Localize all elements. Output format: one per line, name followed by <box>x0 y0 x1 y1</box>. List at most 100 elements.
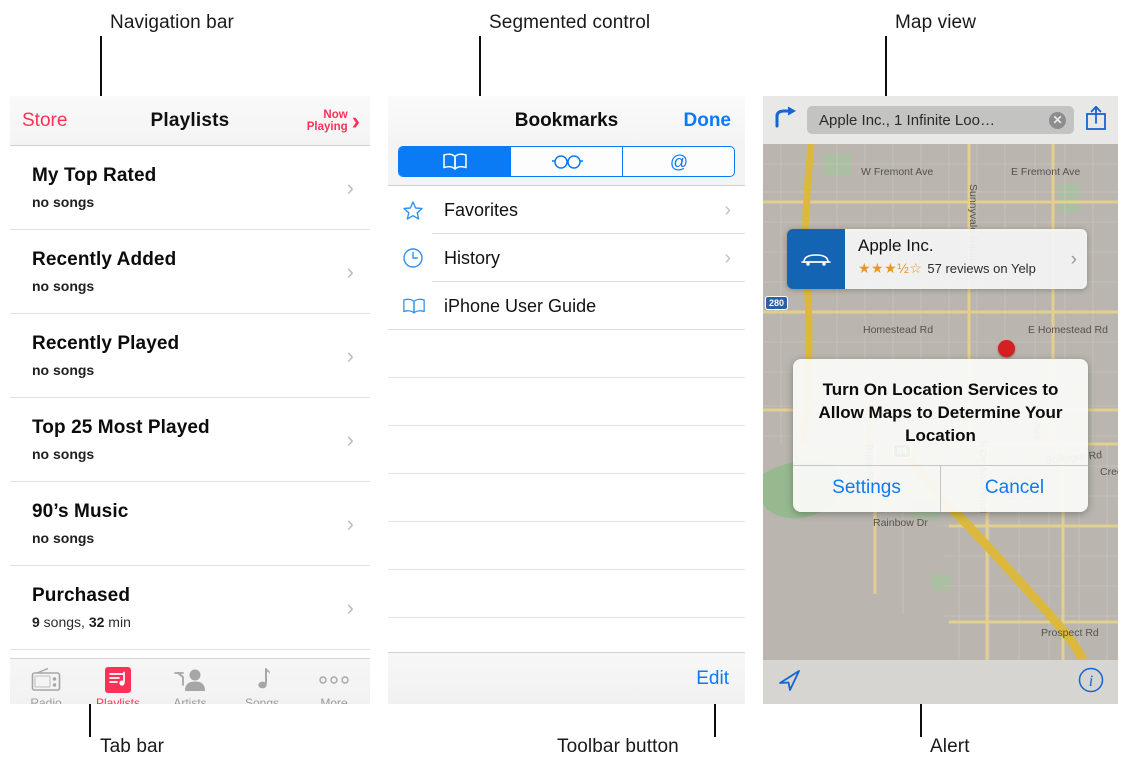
tab-label: More <box>320 695 348 705</box>
annotation-alert: Alert <box>930 736 970 757</box>
list-item-label: Favorites <box>444 199 519 220</box>
tab-label: Artists <box>173 695 207 705</box>
settings-button[interactable]: Settings <box>793 466 941 513</box>
playlist-subtitle: no songs <box>32 362 95 378</box>
tab-label: Songs <box>244 695 280 705</box>
rating-stars: ★★★½☆ <box>858 260 923 276</box>
info-circle-icon[interactable]: i <box>1078 667 1104 698</box>
search-input[interactable]: Apple Inc., 1 Infinite Loo… ✕ <box>807 106 1074 134</box>
tab-label: Playlists <box>95 695 140 705</box>
search-value: Apple Inc., 1 Infinite Loo… <box>819 111 995 129</box>
list-item[interactable]: 90’s Music no songs › <box>10 482 370 566</box>
alert-dialog: Turn On Location Services to Allow Maps … <box>793 359 1088 513</box>
svg-text:i: i <box>1089 673 1093 690</box>
tab-songs[interactable]: Songs <box>226 659 298 704</box>
more-icon <box>317 667 351 693</box>
directions-arrow-icon[interactable] <box>773 106 797 135</box>
list-item-label: History <box>444 247 501 268</box>
playlist-list: My Top Rated no songs › Recently Added n… <box>10 146 370 658</box>
edit-button[interactable]: Edit <box>696 668 729 690</box>
empty-row <box>388 474 745 522</box>
book-icon <box>442 153 467 170</box>
location-arrow-icon[interactable] <box>777 667 803 698</box>
segment-shared-links[interactable]: @ <box>623 147 734 176</box>
list-item[interactable]: My Top Rated no songs › <box>10 146 370 230</box>
now-playing-button[interactable]: Now Playing › <box>306 106 360 135</box>
playlist-subtitle: no songs <box>32 530 95 546</box>
road-label: E Homestead Rd <box>1028 324 1108 336</box>
highway-shield-280: 280 <box>765 296 789 310</box>
annotation-toolbar-button: Toolbar button <box>557 736 679 757</box>
tab-label: Radio <box>30 695 62 705</box>
chevron-right-icon: › <box>346 594 354 620</box>
map-callout[interactable]: Apple Inc. ★★★½☆ 57 reviews on Yelp › <box>787 229 1087 289</box>
now-playing-line2: Playing <box>306 120 348 133</box>
road-label: E Fremont Ave <box>1011 166 1081 178</box>
maps-top-bar: Apple Inc., 1 Infinite Loo… ✕ <box>763 96 1118 144</box>
safari-bookmarks-panel: Bookmarks Done @ Favorites › History › i… <box>388 96 745 704</box>
store-button[interactable]: Store <box>22 110 67 132</box>
list-item-favorites[interactable]: Favorites › <box>388 186 745 234</box>
list-item[interactable]: Recently Played no songs › <box>10 314 370 398</box>
list-item[interactable]: Top 25 Most Played no songs › <box>10 398 370 482</box>
playlist-title: My Top Rated <box>32 165 157 186</box>
toolbar: Edit <box>388 652 745 704</box>
segment-reading-list[interactable] <box>511 147 623 176</box>
annotation-navigation-bar: Navigation bar <box>110 12 234 33</box>
empty-row <box>388 330 745 378</box>
empty-row <box>388 522 745 570</box>
road-label: W Fremont Ave <box>861 166 934 178</box>
playlist-title: Top 25 Most Played <box>32 417 210 438</box>
callout-title: Apple Inc. <box>858 236 934 255</box>
chevron-right-icon: › <box>346 258 354 284</box>
playlist-title: 90’s Music <box>32 501 129 522</box>
review-count: 57 reviews on Yelp <box>927 261 1036 276</box>
tab-radio[interactable]: Radio <box>10 659 82 704</box>
at-sign-icon: @ <box>669 152 687 172</box>
cancel-button[interactable]: Cancel <box>941 466 1088 512</box>
chevron-right-icon: › <box>346 174 354 200</box>
tab-playlists[interactable]: Playlists <box>82 659 154 704</box>
map-pin[interactable] <box>998 340 1015 357</box>
annotation-segmented-control: Segmented control <box>489 12 651 33</box>
artists-icon <box>174 667 206 693</box>
chevron-right-icon: › <box>346 510 354 536</box>
book-icon <box>402 297 432 315</box>
now-playing-line1: Now <box>323 108 348 121</box>
list-item[interactable]: Purchased 9 songs, 32 min › <box>10 566 370 650</box>
road-label: Homestead Rd <box>863 324 934 336</box>
tab-more[interactable]: More <box>298 659 370 704</box>
share-icon[interactable] <box>1084 105 1108 136</box>
alert-message: Turn On Location Services to Allow Maps … <box>818 380 1063 445</box>
list-item-history[interactable]: History › <box>388 234 745 282</box>
list-item[interactable]: Recently Added no songs › <box>10 230 370 314</box>
chevron-right-icon: › <box>351 106 360 135</box>
svg-text:@: @ <box>669 152 687 172</box>
chevron-right-icon: › <box>724 246 731 269</box>
maps-app-panel: W Fremont Ave E Fremont Ave Sunnyvale Sa… <box>763 96 1118 704</box>
list-item-iphone-user-guide[interactable]: iPhone User Guide <box>388 282 745 330</box>
car-icon <box>787 229 845 289</box>
list-item-label: iPhone User Guide <box>444 295 597 316</box>
road-label: Cree <box>1100 466 1118 478</box>
segmented-control[interactable]: @ <box>398 146 735 177</box>
clear-circle-icon[interactable]: ✕ <box>1049 111 1066 129</box>
playlist-subtitle: no songs <box>32 278 95 294</box>
maps-bottom-bar: i <box>763 660 1118 704</box>
done-button[interactable]: Done <box>684 110 732 132</box>
segment-bookmarks[interactable] <box>399 147 511 176</box>
empty-row <box>388 570 745 618</box>
bookmarks-list: Favorites › History › iPhone User Guide <box>388 186 745 618</box>
playlist-subtitle: no songs <box>32 194 95 210</box>
playlists-icon <box>105 666 131 693</box>
playlist-subtitle: no songs <box>32 446 95 462</box>
glasses-icon <box>551 155 583 169</box>
empty-row <box>388 378 745 426</box>
tab-artists[interactable]: Artists <box>154 659 226 704</box>
tab-bar: Radio Playlists Artists Songs More <box>10 658 370 704</box>
chevron-right-icon: › <box>724 198 731 221</box>
chevron-right-icon: › <box>346 426 354 452</box>
empty-row <box>388 426 745 474</box>
segmented-control-container: @ <box>388 146 745 186</box>
map-view[interactable]: W Fremont Ave E Fremont Ave Sunnyvale Sa… <box>763 144 1118 660</box>
